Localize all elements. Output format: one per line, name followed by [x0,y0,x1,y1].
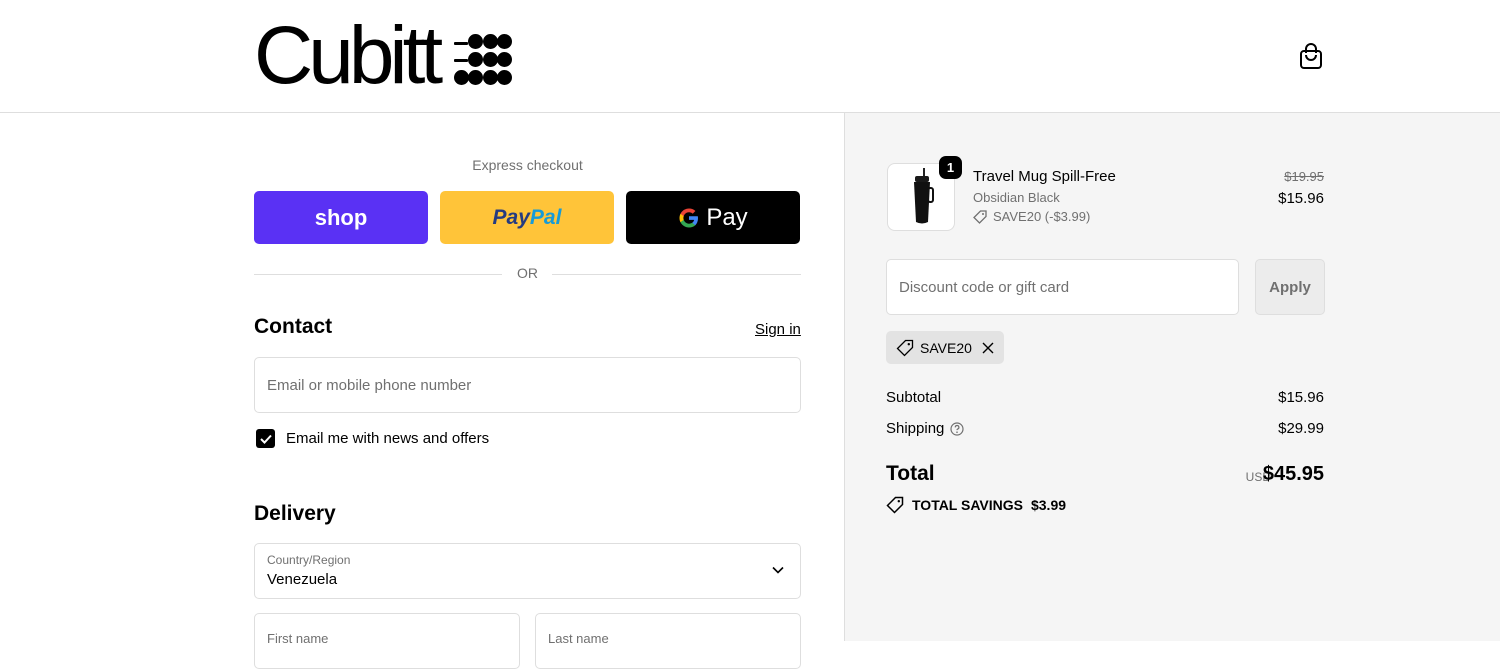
shopping-bag-icon[interactable] [1298,42,1324,70]
logo-dots-icon [454,34,513,86]
chevron-down-icon [772,566,784,574]
discount-field-wrapper [886,259,1239,315]
google-g-icon [679,208,699,227]
subtotal-value: $15.96 [1278,389,1324,406]
google-pay-label: Pay [706,203,748,231]
applied-discount-code: SAVE20 [920,339,972,356]
discount-code-input[interactable] [887,260,1238,314]
savings-value: $3.99 [1030,497,1067,513]
email-field-wrapper [254,357,801,413]
last-name-field[interactable]: Last name [535,613,801,669]
travel-mug-image [914,168,934,224]
shipping-value: $29.99 [1278,420,1324,437]
logo[interactable]: Cubitt [254,10,513,101]
shop-pay-label: shop [314,204,368,230]
order-summary: 1 Travel Mug Spill-Free Obsidian Black S… [844,113,1500,641]
item-name: Travel Mug Spill-Free [973,168,1116,185]
first-name-label: First name [267,631,329,646]
item-discount: SAVE20 (-$3.99) [973,209,1090,224]
express-checkout-label: Express checkout [472,157,583,173]
shipping-row: Shipping [886,420,964,437]
checkout-form: Express checkout shop Pay Pal Pay OR Cont… [0,113,844,669]
applied-discount-chip: SAVE20 [886,331,1004,364]
tag-icon [973,209,987,224]
divider-line [552,274,801,275]
country-label: Country/Region [267,553,351,567]
item-variant: Obsidian Black [973,190,1060,205]
or-label: OR [517,265,538,281]
paypal-label-a: Pay [492,205,530,229]
news-checkbox[interactable] [256,429,275,448]
header: Cubitt [0,0,1500,113]
total-label: Total [886,462,935,485]
tag-icon [886,496,904,514]
news-checkbox-label: Email me with news and offers [286,430,490,447]
apply-discount-button[interactable]: Apply [1255,259,1325,315]
logo-text: Cubitt [254,10,443,101]
google-pay-button[interactable]: Pay [626,191,800,244]
paypal-button[interactable]: Pay Pal [440,191,614,244]
total-value: $45.95 [1262,463,1324,485]
shop-pay-button[interactable]: shop [254,191,428,244]
last-name-label: Last name [548,631,609,646]
item-discount-text: SAVE20 (-$3.99) [993,209,1091,224]
tag-icon [896,339,914,356]
shipping-label: Shipping [886,420,945,437]
sign-in-link[interactable]: Sign in [755,321,801,338]
item-price: $15.96 [1278,190,1324,207]
savings-label: TOTAL SAVINGS [912,497,1023,513]
country-value: Venezuela [267,571,338,588]
subtotal-label: Subtotal [886,389,942,406]
delivery-title: Delivery [254,502,336,525]
country-select[interactable]: Country/Region Venezuela [254,543,801,599]
remove-discount-icon[interactable] [982,342,994,354]
paypal-label-b: Pal [529,205,562,229]
item-price-original: $19.95 [1284,169,1324,184]
total-savings: TOTAL SAVINGS $3.99 [886,496,1066,514]
first-name-field[interactable]: First name [254,613,520,669]
help-icon[interactable] [950,422,964,436]
or-divider: OR [254,265,801,283]
email-field[interactable] [255,358,800,412]
check-icon [259,434,272,444]
quantity-badge: 1 [939,156,962,179]
contact-title: Contact [254,315,333,338]
